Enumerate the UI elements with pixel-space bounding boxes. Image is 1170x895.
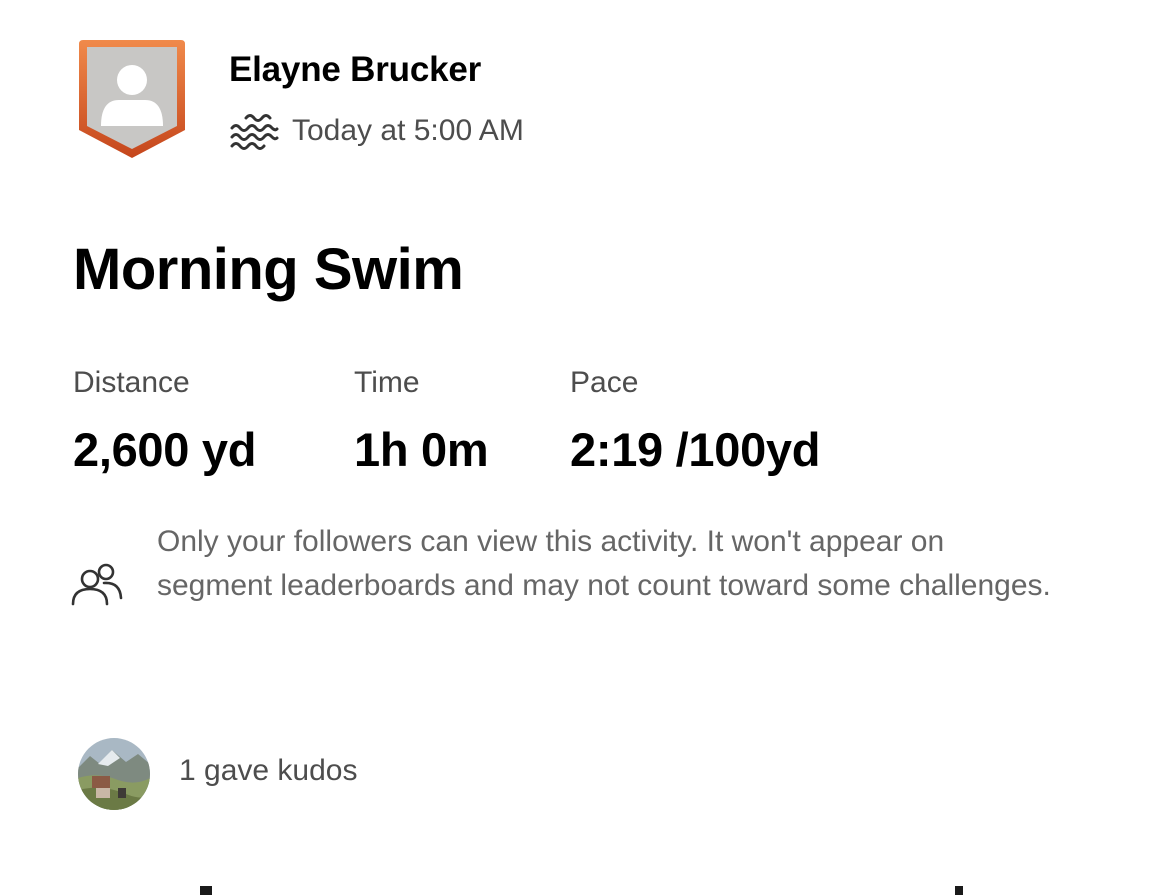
activity-detail-page: Elayne Brucker Today at 5:00 AM Morning …	[0, 0, 1170, 895]
stat-label: Pace	[570, 366, 639, 399]
stat-value: 2,600 yd	[73, 423, 257, 476]
cutoff-glyph	[955, 886, 963, 895]
stat-distance: Distance 2,600 yd	[73, 364, 256, 478]
kudos-giver-avatar[interactable]	[78, 738, 150, 810]
activity-meta: Today at 5:00 AM	[229, 110, 524, 152]
stat-label: Time	[354, 366, 420, 399]
stat-pace: Pace 2:19 /100yd	[570, 364, 820, 478]
athlete-name[interactable]: Elayne Brucker	[229, 50, 481, 90]
cutoff-glyph	[200, 886, 212, 895]
swim-icon	[230, 114, 279, 150]
activity-title: Morning Swim	[73, 237, 464, 302]
activity-timestamp: Today at 5:00 AM	[292, 114, 524, 147]
stat-time: Time 1h 0m	[354, 364, 489, 478]
stat-value: 1h 0m	[354, 423, 489, 476]
stat-label: Distance	[73, 366, 190, 399]
stat-value: 2:19 /100yd	[570, 423, 821, 476]
followers-icon	[71, 563, 123, 606]
kudos-count[interactable]: 1 gave kudos	[179, 754, 357, 788]
athlete-avatar[interactable]	[77, 38, 187, 160]
privacy-notice: Only your followers can view this activi…	[157, 525, 1051, 602]
